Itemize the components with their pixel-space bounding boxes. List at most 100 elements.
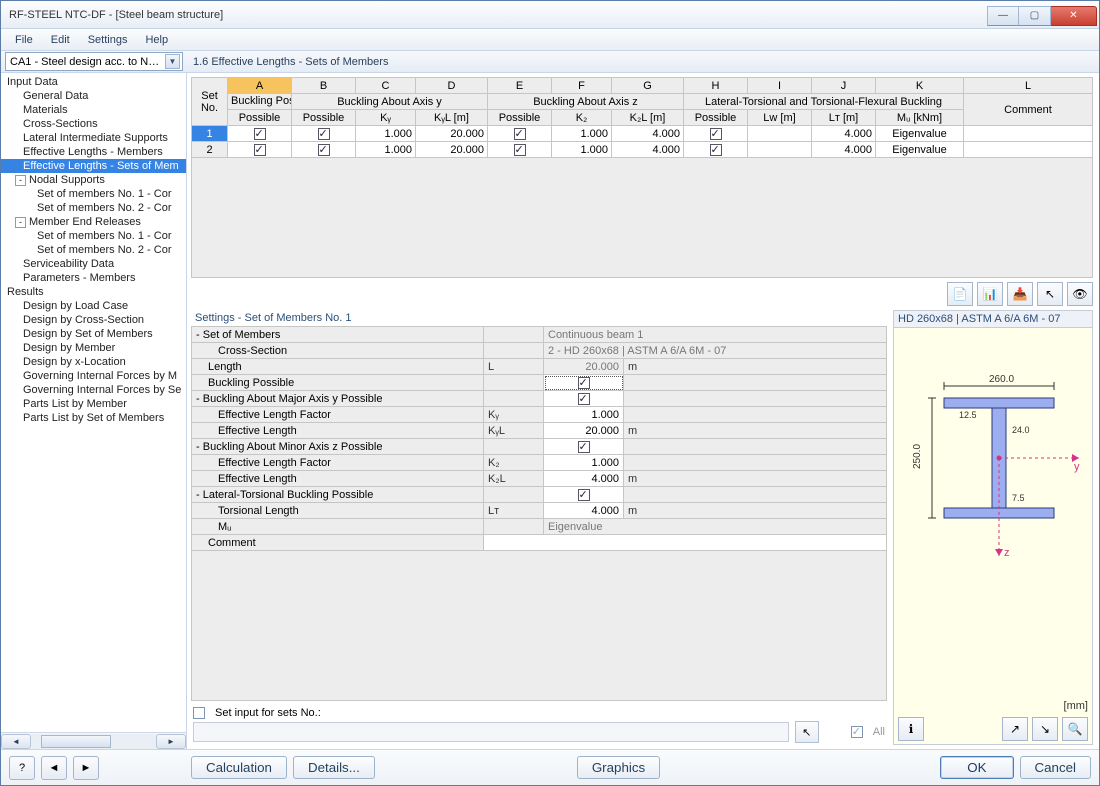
app-window: RF-STEEL NTC-DF - [Steel beam structure]… (0, 0, 1100, 786)
grid-area: SetNo. A B C D E F G H I J K L (191, 77, 1093, 278)
menu-file[interactable]: File (7, 31, 41, 49)
all-label: All (873, 726, 885, 738)
close-button[interactable]: ✕ (1051, 6, 1097, 26)
chevron-down-icon: ▼ (165, 54, 180, 69)
checkbox-icon[interactable] (318, 128, 330, 140)
ok-button[interactable]: OK (940, 756, 1013, 779)
tree-design-cross[interactable]: Design by Cross-Section (1, 313, 186, 327)
tree-materials[interactable]: Materials (1, 103, 186, 117)
tree-gov-set[interactable]: Governing Internal Forces by Se (1, 383, 186, 397)
graphics-button[interactable]: Graphics (577, 756, 660, 779)
details-button[interactable]: Details... (293, 756, 375, 779)
tree-parts-set[interactable]: Parts List by Set of Members (1, 411, 186, 425)
minimize-button[interactable]: — (987, 6, 1019, 26)
pick-sets-button[interactable]: ↖ (795, 721, 819, 743)
grid-empty-area (191, 158, 1093, 278)
checkbox-icon[interactable] (710, 128, 722, 140)
tree-design-loadcase[interactable]: Design by Load Case (1, 299, 186, 313)
sidebar: Input Data General Data Materials Cross-… (1, 73, 187, 749)
tree-group-results[interactable]: Results (1, 285, 186, 299)
svg-text:7.5: 7.5 (1012, 493, 1025, 503)
checkbox-icon[interactable] (254, 128, 266, 140)
tree-design-set[interactable]: Design by Set of Members (1, 327, 186, 341)
tree-eff-len-sets[interactable]: Effective Lengths - Sets of Mem (1, 159, 186, 173)
maximize-button[interactable]: ▢ (1019, 6, 1051, 26)
svg-text:250.0: 250.0 (912, 444, 923, 469)
info-button[interactable]: ℹ (898, 717, 924, 741)
tree-gov-member[interactable]: Governing Internal Forces by M (1, 369, 186, 383)
window-title: RF-STEEL NTC-DF - [Steel beam structure] (9, 9, 987, 21)
checkbox-icon[interactable] (514, 128, 526, 140)
cancel-button[interactable]: Cancel (1020, 756, 1092, 779)
tree-design-member[interactable]: Design by Member (1, 341, 186, 355)
checkbox-icon[interactable] (254, 144, 266, 156)
svg-text:260.0: 260.0 (989, 374, 1014, 385)
help-button[interactable]: ? (9, 756, 35, 780)
titlebar: RF-STEEL NTC-DF - [Steel beam structure]… (1, 1, 1099, 29)
cross-section-preview: HD 260x68 | ASTM A 6/A 6M - 07 260.0 (893, 310, 1093, 745)
units-button[interactable]: 📄 (947, 282, 973, 306)
svg-text:z: z (1004, 547, 1010, 559)
settings-grid[interactable]: - Set of MembersContinuous beam 1 Cross-… (191, 326, 887, 551)
menu-settings[interactable]: Settings (80, 31, 136, 49)
calculation-button[interactable]: Calculation (191, 756, 287, 779)
sidebar-scrollbar[interactable]: ◄► (1, 732, 186, 749)
checkbox-icon[interactable] (578, 377, 590, 389)
tree-group-input[interactable]: Input Data (1, 75, 186, 89)
tree-cross-sections[interactable]: Cross-Sections (1, 117, 186, 131)
pick-button[interactable]: ↖ (1037, 282, 1063, 306)
menubar: File Edit Settings Help (1, 29, 1099, 51)
axes-z-button[interactable]: ↘ (1032, 717, 1058, 741)
preview-title: HD 260x68 | ASTM A 6/A 6M - 07 (894, 311, 1092, 328)
tree-general-data[interactable]: General Data (1, 89, 186, 103)
preview-unit: [mm] (894, 698, 1092, 714)
tree-eff-len-members[interactable]: Effective Lengths - Members (1, 145, 186, 159)
svg-text:12.5: 12.5 (959, 410, 977, 420)
page-title: 1.6 Effective Lengths - Sets of Members (193, 56, 388, 68)
case-combo[interactable]: CA1 - Steel design acc. to NTC- ▼ (5, 52, 183, 71)
checkbox-icon[interactable] (578, 393, 590, 405)
set-input-field[interactable] (193, 722, 789, 742)
col-setno[interactable]: SetNo. (192, 78, 228, 126)
tree-nodal-set1[interactable]: Set of members No. 1 - Cor (1, 187, 186, 201)
zoom-button[interactable]: 🔍 (1062, 717, 1088, 741)
beam-diagram: 260.0 250.0 12.5 24.0 7.5 y (904, 338, 1084, 568)
tree-design-xloc[interactable]: Design by x-Location (1, 355, 186, 369)
footer: ? ◄ ► Calculation Details... Graphics OK… (1, 749, 1099, 785)
axes-y-button[interactable]: ↗ (1002, 717, 1028, 741)
nav-tree: Input Data General Data Materials Cross-… (1, 73, 186, 732)
toolbar: CA1 - Steel design acc. to NTC- ▼ 1.6 Ef… (1, 51, 1099, 73)
checkbox-icon[interactable] (514, 144, 526, 156)
menu-help[interactable]: Help (137, 31, 176, 49)
all-checkbox[interactable] (851, 726, 863, 738)
tree-nodal-supports[interactable]: -Nodal Supports (1, 173, 186, 187)
grid-toolbar: 📄 📊 📥 ↖ 👁 (187, 278, 1099, 308)
table-row[interactable]: 1 1.000 20.000 1.000 4.000 4.000 Eigenva… (192, 126, 1093, 142)
checkbox-icon[interactable] (710, 144, 722, 156)
checkbox-icon[interactable] (578, 441, 590, 453)
prev-button[interactable]: ◄ (41, 756, 67, 780)
effective-lengths-grid[interactable]: SetNo. A B C D E F G H I J K L (191, 77, 1093, 158)
svg-text:y: y (1074, 461, 1080, 473)
tree-parameters-members[interactable]: Parameters - Members (1, 271, 186, 285)
next-button[interactable]: ► (73, 756, 99, 780)
tree-serviceability[interactable]: Serviceability Data (1, 257, 186, 271)
import-button[interactable]: 📥 (1007, 282, 1033, 306)
set-input-checkbox[interactable] (193, 707, 205, 719)
set-input-label: Set input for sets No.: (215, 707, 321, 719)
tree-parts-member[interactable]: Parts List by Member (1, 397, 186, 411)
settings-title: Settings - Set of Members No. 1 (191, 310, 887, 326)
tree-nodal-set2[interactable]: Set of members No. 2 - Cor (1, 201, 186, 215)
table-row[interactable]: 2 1.000 20.000 1.000 4.000 4.000 Eigenva… (192, 142, 1093, 158)
tree-member-end-releases[interactable]: -Member End Releases (1, 215, 186, 229)
checkbox-icon[interactable] (578, 489, 590, 501)
tree-mer-set1[interactable]: Set of members No. 1 - Cor (1, 229, 186, 243)
tree-mer-set2[interactable]: Set of members No. 2 - Cor (1, 243, 186, 257)
settings-panel: Settings - Set of Members No. 1 - Set of… (191, 310, 887, 745)
menu-edit[interactable]: Edit (43, 31, 78, 49)
view-button[interactable]: 👁 (1067, 282, 1093, 306)
checkbox-icon[interactable] (318, 144, 330, 156)
svg-text:24.0: 24.0 (1012, 425, 1030, 435)
export-button[interactable]: 📊 (977, 282, 1003, 306)
tree-lateral-supports[interactable]: Lateral Intermediate Supports (1, 131, 186, 145)
